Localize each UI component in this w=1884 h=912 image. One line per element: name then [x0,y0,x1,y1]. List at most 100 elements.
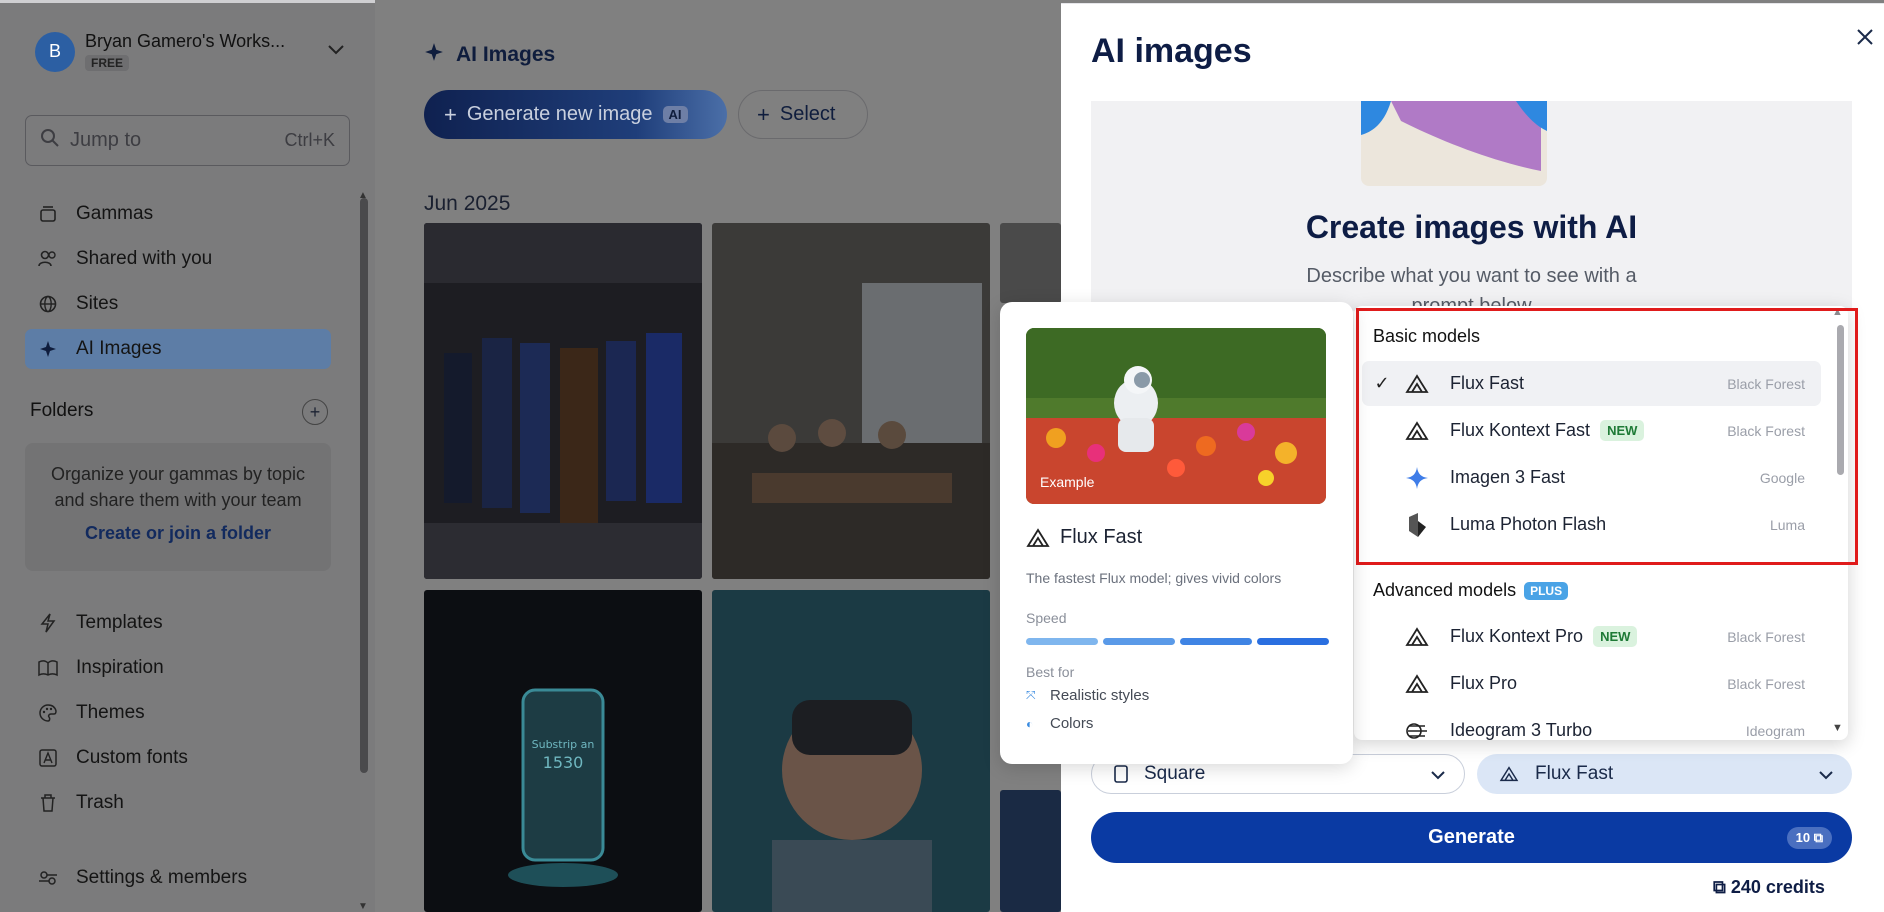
hero-illustration [1361,101,1547,186]
gallery-image[interactable] [1000,223,1061,303]
create-folder-link[interactable]: Create or join a folder [25,523,331,544]
hero-section: Create images with AI Describe what you … [1091,101,1852,317]
generate-new-image-button[interactable]: + Generate new image AI [424,90,727,139]
sidebar-item-sites[interactable]: Sites [25,284,331,324]
folders-empty-text: Organize your gammas by topic and share … [50,464,306,510]
svg-text:Substrip an: Substrip an [532,738,595,751]
credits-label: 240 credits [1730,877,1825,897]
model-select[interactable]: Flux Fast [1477,754,1852,794]
best-for-item: ⤧ Realistic styles [1026,687,1149,704]
select-button[interactable]: + Select [738,90,868,139]
model-name: Flux Pro [1450,673,1518,693]
page-title-text: AI Images [456,43,556,66]
model-provider: Black Forest [1727,675,1805,692]
search-placeholder: Jump to [70,129,142,151]
sidebar-item-inspiration[interactable]: Inspiration [25,648,331,688]
sidebar-item-label: Shared with you [76,248,213,269]
sidebar-item-label: Inspiration [76,657,164,678]
sidebar-item-label: Sites [76,293,119,314]
sidebar: B Bryan Gamero's Works... FREE Jump to C… [0,0,375,912]
sidebar-item-settings[interactable]: Settings & members [25,858,331,898]
close-icon[interactable] [1856,22,1874,53]
scroll-down-arrow[interactable]: ▼ [358,901,368,912]
model-provider: Black Forest [1727,628,1805,645]
gallery-image[interactable] [712,223,990,579]
model-name: Flux Kontext Pro [1450,626,1584,646]
avatar: B [35,31,75,72]
model-name: Ideogram 3 Turbo [1450,720,1593,740]
model-option-flux-kontext-pro[interactable]: Flux Kontext Pro NEW Black Forest [1362,614,1821,659]
best-for-label: Best for [1026,664,1075,680]
preview-model-name-text: Flux Fast [1060,526,1143,548]
highlight-box [1356,308,1858,565]
model-option-ideogram-3-turbo[interactable]: Ideogram 3 Turbo Ideogram [1362,708,1821,740]
add-folder-button[interactable]: + [302,399,328,425]
sparkle-icon [37,338,59,360]
credits-icon: ⧉ [1713,877,1726,897]
sidebar-item-label: AI Images [76,338,162,359]
sidebar-item-custom-fonts[interactable]: Custom fonts [25,738,331,778]
sidebar-item-label: Themes [76,702,145,723]
generate-button[interactable]: Generate 10 ⧉ [1091,812,1852,863]
preview-model-name: Flux Fast [1026,526,1142,549]
sidebar-item-label: Templates [76,612,163,633]
credit-cost: 10 [1795,829,1811,845]
aspect-ratio-value: Square [1144,763,1206,784]
page-title: AI Images [424,42,555,68]
workspace-name: Bryan Gamero's Works... [85,31,286,51]
font-icon [37,747,59,769]
sidebar-item-label: Gammas [76,203,154,224]
chevron-down-icon [1430,764,1446,785]
month-heading: Jun 2025 [424,192,511,215]
chevron-down-icon [1818,764,1834,785]
select-label: Select [779,103,836,125]
svg-text:1530: 1530 [543,753,584,772]
credit-cost-badge: 10 ⧉ [1786,826,1832,849]
chevron-down-icon[interactable] [327,39,345,62]
advanced-models-heading: Advanced models PLUS [1373,580,1569,601]
flux-logo-icon [1402,625,1432,649]
plus-badge: PLUS [1524,581,1569,600]
ideogram-logo-icon [1402,719,1432,741]
model-preview-card: Example Flux Fast The fastest Flux model… [1000,302,1353,764]
sidebar-scrollbar[interactable] [360,198,368,773]
palette-icon: ◐ [1026,716,1034,731]
sidebar-item-label: Custom fonts [76,747,188,768]
generate-label: Generate [1428,826,1515,848]
best-for-text: Realistic styles [1050,687,1150,704]
gallery-image[interactable] [424,223,702,579]
trash-icon [37,792,59,814]
bolt-icon [37,612,59,634]
search-shortcut: Ctrl+K [284,130,335,150]
stack-icon [37,203,59,225]
sidebar-item-label: Trash [76,792,124,813]
sidebar-item-gammas[interactable]: Gammas [25,194,331,234]
generate-new-image-label: Generate new image [466,103,653,125]
credits-balance: ⧉ 240 credits [1713,877,1825,898]
gallery-image[interactable] [1000,790,1061,912]
sidebar-item-ai-images[interactable]: AI Images [25,329,331,369]
sidebar-item-trash[interactable]: Trash [25,783,331,823]
palette-icon [37,702,59,724]
dropdown-scroll-down[interactable]: ▼ [1832,722,1843,734]
gallery-image[interactable] [712,590,990,912]
example-image: Example [1026,328,1326,504]
panel-title: AI images [1091,32,1252,70]
plus-icon: + [757,101,770,127]
workspace-switcher[interactable]: B Bryan Gamero's Works... FREE [35,31,345,72]
plan-badge: FREE [85,55,130,71]
example-tag: Example [1040,474,1095,490]
search-input[interactable]: Jump to Ctrl+K [25,115,350,166]
preview-description: The fastest Flux model; gives vivid colo… [1026,570,1282,586]
new-badge: NEW [1593,626,1638,647]
gallery-image[interactable]: Substrip an 1530 [424,590,702,912]
sidebar-item-shared[interactable]: Shared with you [25,239,331,279]
model-option-flux-pro[interactable]: Flux Pro Black Forest [1362,661,1821,706]
realistic-icon: ⤧ [1026,688,1036,702]
sidebar-item-label: Settings & members [76,867,248,888]
globe-icon [37,293,59,315]
model-select-value: Flux Fast [1535,763,1614,784]
search-icon [40,128,60,153]
sidebar-item-templates[interactable]: Templates [25,603,331,643]
sidebar-item-themes[interactable]: Themes [25,693,331,733]
